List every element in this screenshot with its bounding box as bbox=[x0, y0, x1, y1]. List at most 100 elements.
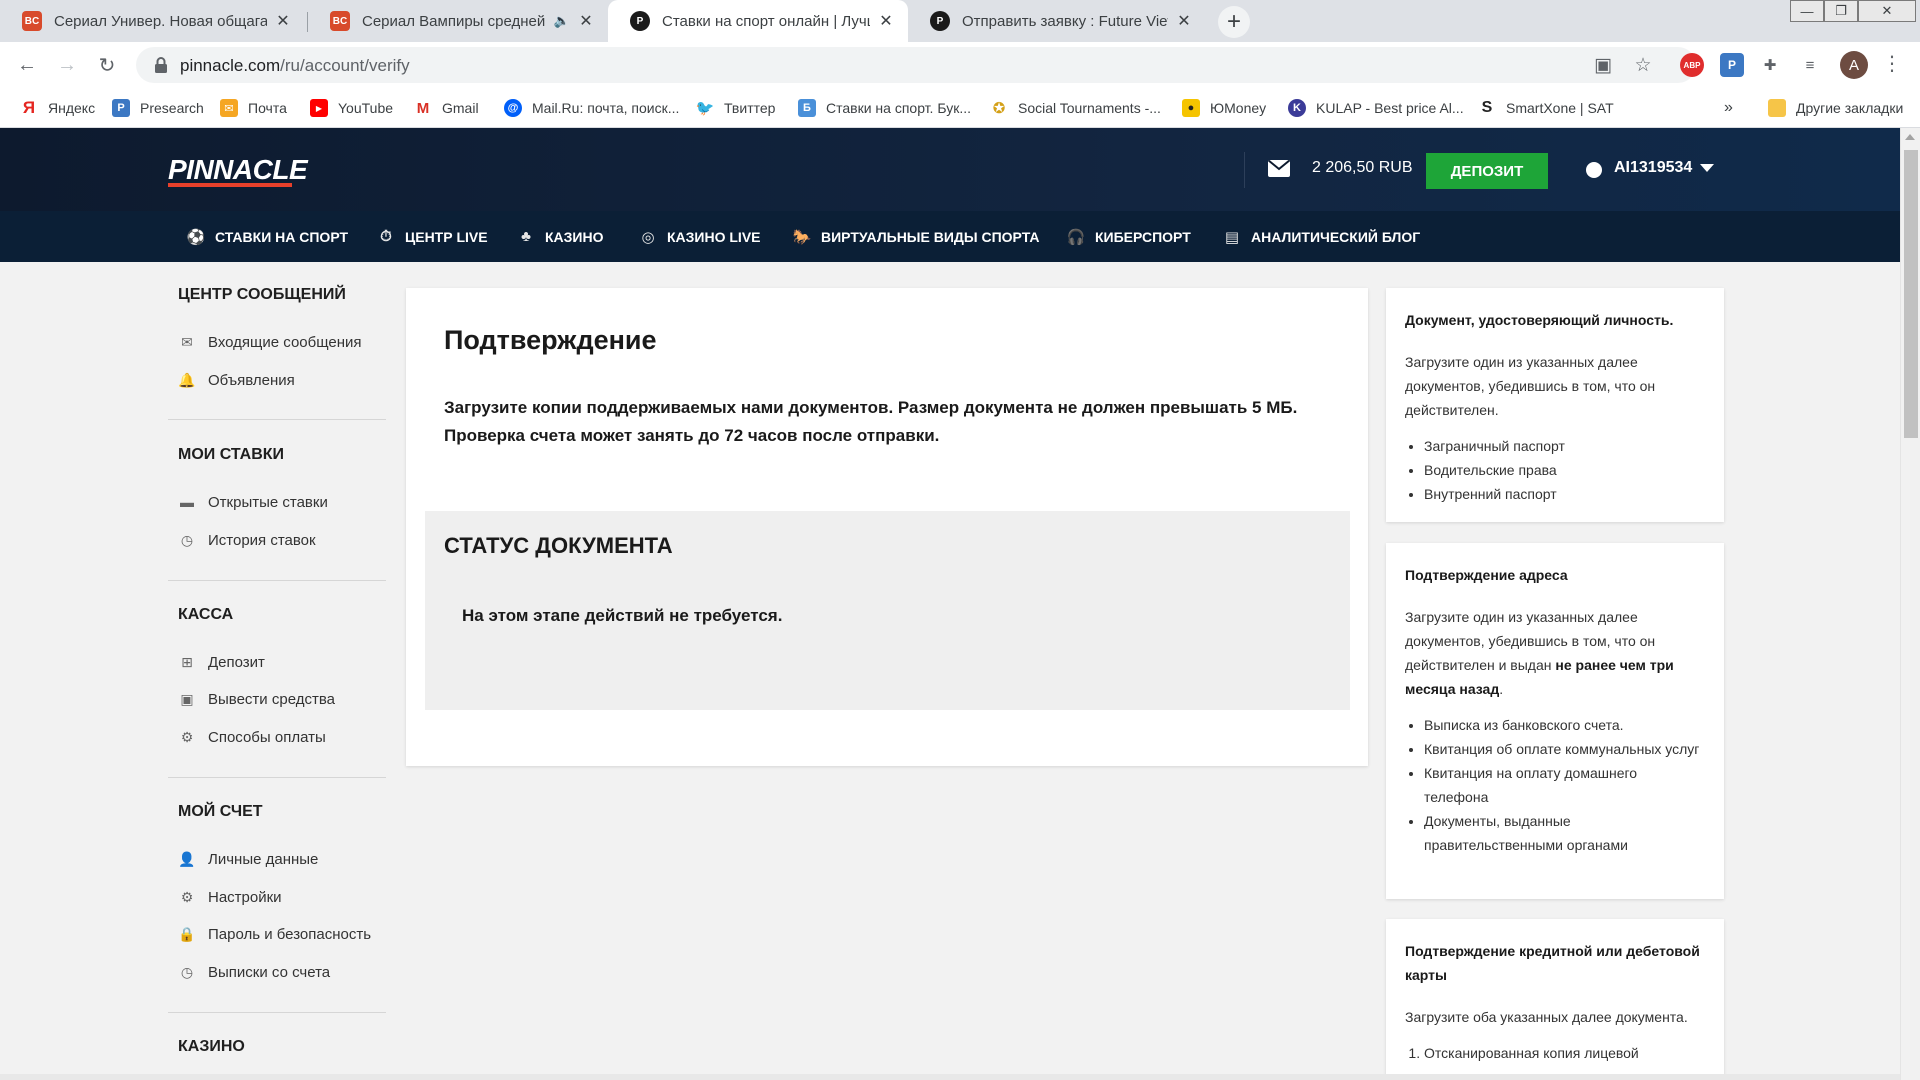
mailru-icon: @ bbox=[504, 99, 522, 117]
deposit-button[interactable]: ДЕПОЗИТ bbox=[1426, 153, 1548, 189]
yoomoney-icon: ● bbox=[1182, 99, 1200, 117]
extensions-puzzle-icon[interactable]: ✚ bbox=[1758, 53, 1782, 77]
tab-title: Сериал Вампиры средней полосы bbox=[362, 12, 548, 30]
card-proof-card: Подтверждение кредитной или дебетовой ка… bbox=[1386, 919, 1724, 1080]
bet-icon: Б bbox=[798, 99, 816, 117]
bookmark-item[interactable]: K KULAP - Best price Al... bbox=[1288, 97, 1464, 119]
nav-item-esports[interactable]: 🎧 КИБЕРСПОРТ bbox=[1066, 211, 1191, 262]
sidebar-heading: МОЙ СЧЕТ bbox=[178, 803, 263, 820]
profile-avatar[interactable]: A bbox=[1840, 51, 1868, 79]
account-balance: 2 206,50 RUB bbox=[1312, 159, 1413, 176]
bookmark-item[interactable]: ✉ Почта bbox=[220, 97, 287, 119]
header-divider bbox=[1244, 152, 1245, 188]
speaker-icon[interactable]: 🔈 bbox=[554, 13, 570, 29]
scroll-up-arrow[interactable] bbox=[1905, 134, 1915, 140]
close-icon[interactable]: ✕ bbox=[876, 11, 896, 31]
document-list: Отсканированная копия лицевой bbox=[1405, 1041, 1705, 1065]
bookmark-item[interactable]: P Presearch bbox=[112, 97, 204, 119]
bookmark-item[interactable]: Я Яндекс bbox=[20, 97, 95, 119]
adblock-extension-icon[interactable]: ABP bbox=[1680, 53, 1704, 77]
logo-underline bbox=[168, 183, 292, 187]
sidebar-item-settings[interactable]: ⚙ Настройки bbox=[178, 885, 282, 909]
new-tab-button[interactable]: + bbox=[1218, 6, 1250, 38]
envelope-icon: ✉ bbox=[181, 333, 193, 350]
sidebar-item-deposit[interactable]: ⊞ Депозит bbox=[178, 650, 265, 674]
forward-arrow-icon[interactable]: → bbox=[52, 50, 82, 80]
horizontal-scrollbar[interactable] bbox=[0, 1074, 1900, 1080]
card-title: Подтверждение адреса bbox=[1405, 567, 1568, 583]
more-bookmarks-chevron[interactable]: » bbox=[1724, 97, 1733, 119]
close-icon[interactable]: ✕ bbox=[1174, 11, 1194, 31]
nav-item-virtual-sports[interactable]: 🐎 ВИРТУАЛЬНЫЕ ВИДЫ СПОРТА bbox=[792, 211, 1040, 262]
scrollbar-thumb[interactable] bbox=[1904, 150, 1918, 438]
browser-tab[interactable]: BC Сериал Универ. Новая общага смотреть … bbox=[0, 0, 305, 42]
vertical-scrollbar[interactable] bbox=[1900, 128, 1920, 1080]
user-icon: 👤 bbox=[178, 850, 196, 867]
sidebar-item-password-security[interactable]: 🔒 Пароль и безопасность bbox=[178, 922, 371, 946]
pinnacle-favicon: P bbox=[630, 11, 650, 31]
browser-tab[interactable]: BC Сериал Вампиры средней полосы 🔈 ✕ bbox=[308, 0, 608, 42]
bookmarks-bar: Я Яндекс P Presearch ✉ Почта ▶ YouTube M Gmai… bbox=[0, 87, 1920, 128]
bookmark-item[interactable]: S SmartXone | SAT bbox=[1478, 97, 1614, 119]
envelope-icon[interactable] bbox=[1268, 160, 1290, 177]
other-bookmarks[interactable]: Другие закладки bbox=[1768, 97, 1903, 119]
bookmark-item[interactable]: ● ЮMoney bbox=[1182, 97, 1266, 119]
username[interactable]: AI1319534 bbox=[1614, 159, 1692, 177]
maximize-button[interactable]: ❐ bbox=[1824, 0, 1858, 22]
casino-chips-icon: ♣ bbox=[521, 228, 531, 245]
bookmark-item[interactable]: Б Ставки на спорт. Бук... bbox=[798, 97, 971, 119]
nav-item-blog[interactable]: ▤ АНАЛИТИЧЕСКИЙ БЛОГ bbox=[1222, 211, 1420, 262]
presearch-icon: P bbox=[112, 99, 130, 117]
document-status-text: На этом этапе действий не требуется. bbox=[462, 606, 783, 625]
back-arrow-icon[interactable]: ← bbox=[12, 50, 42, 80]
address-bar[interactable]: pinnacle.com/ru/account/verify ▣ ☆ bbox=[136, 47, 1696, 83]
medal-icon: ✪ bbox=[992, 100, 1006, 117]
reload-icon[interactable]: ↻ bbox=[92, 50, 122, 80]
cast-icon[interactable]: ▣ bbox=[1592, 54, 1614, 76]
card-text: Загрузите оба указанных далее документа. bbox=[1405, 1009, 1688, 1025]
chevron-down-icon[interactable] bbox=[1700, 164, 1714, 172]
card-title: Подтверждение кредитной или дебетовой ка… bbox=[1405, 943, 1700, 983]
bookmark-item[interactable]: M Gmail bbox=[414, 97, 479, 119]
bookmark-item[interactable]: ✪ Social Tournaments -... bbox=[990, 97, 1161, 119]
sidebar-item-bet-history[interactable]: ◷ История ставок bbox=[178, 528, 316, 552]
browser-toolbar: ← → ↻ pinnacle.com/ru/account/verify ▣ ☆… bbox=[0, 42, 1920, 87]
nav-item-sports-betting[interactable]: ⚽ СТАВКИ НА СПОРТ bbox=[186, 211, 348, 262]
close-icon[interactable]: ✕ bbox=[576, 11, 596, 31]
page-title: Подтверждение bbox=[444, 325, 657, 355]
folder-icon bbox=[1768, 99, 1786, 117]
roulette-icon: ◎ bbox=[641, 228, 655, 246]
star-icon[interactable]: ☆ bbox=[1632, 54, 1654, 76]
blog-icon: ▤ bbox=[1224, 228, 1240, 246]
minimize-button[interactable]: — bbox=[1790, 0, 1824, 22]
close-icon[interactable]: ✕ bbox=[273, 11, 293, 31]
list-item: Отсканированная копия лицевой bbox=[1424, 1041, 1705, 1065]
address-proof-card: Подтверждение адреса Загрузите один из у… bbox=[1386, 543, 1724, 899]
verification-instructions: Загрузите копии поддерживаемых нами доку… bbox=[444, 398, 1298, 445]
pinnacle-logo[interactable]: PINNACLE bbox=[168, 154, 308, 186]
yandex-icon: Я bbox=[22, 98, 36, 117]
sidebar-item-payment-methods[interactable]: ⚙ Способы оплаты bbox=[178, 725, 326, 749]
browser-tab-active[interactable]: P Ставки на спорт онлайн | Лучшие ✕ bbox=[608, 0, 908, 42]
presearch-extension-icon[interactable]: P bbox=[1720, 53, 1744, 77]
card-text: Загрузите один из указанных далее докуме… bbox=[1405, 609, 1674, 697]
nav-item-casino[interactable]: ♣ КАЗИНО bbox=[516, 211, 603, 262]
sidebar-item-personal-data[interactable]: 👤 Личные данные bbox=[178, 847, 318, 871]
sidebar-item-withdraw[interactable]: ▣ Вывести средства bbox=[178, 687, 335, 711]
sidebar-item-statements[interactable]: ◷ Выписки со счета bbox=[178, 960, 330, 984]
sidebar-item-inbox[interactable]: ✉ Входящие сообщения bbox=[178, 330, 361, 354]
sidebar-item-announcements[interactable]: 🔔 Объявления bbox=[178, 368, 294, 392]
nav-item-live-center[interactable]: ⏱ ЦЕНТР LIVE bbox=[376, 211, 487, 262]
user-icon[interactable] bbox=[1586, 162, 1602, 178]
nav-item-live-casino[interactable]: ◎ КАЗИНО LIVE bbox=[638, 211, 760, 262]
bookmark-item[interactable]: ▶ YouTube bbox=[310, 97, 393, 119]
window-close-button[interactable]: ✕ bbox=[1858, 0, 1916, 22]
browser-menu-icon[interactable]: ⋮ bbox=[1882, 51, 1902, 76]
sidebar-item-open-bets[interactable]: ▬ Открытые ставки bbox=[178, 490, 328, 514]
media-queue-icon[interactable]: ≡ bbox=[1798, 53, 1822, 77]
tab-title: Сериал Универ. Новая общага смотреть bbox=[54, 12, 267, 30]
browser-tab-strip: BC Сериал Универ. Новая общага смотреть … bbox=[0, 0, 1920, 42]
bookmark-item[interactable]: 🐦 Твиттер bbox=[696, 97, 776, 119]
bookmark-item[interactable]: @ Mail.Ru: почта, поиск... bbox=[504, 97, 679, 119]
browser-tab[interactable]: P Отправить заявку : Future View ✕ bbox=[908, 0, 1206, 42]
